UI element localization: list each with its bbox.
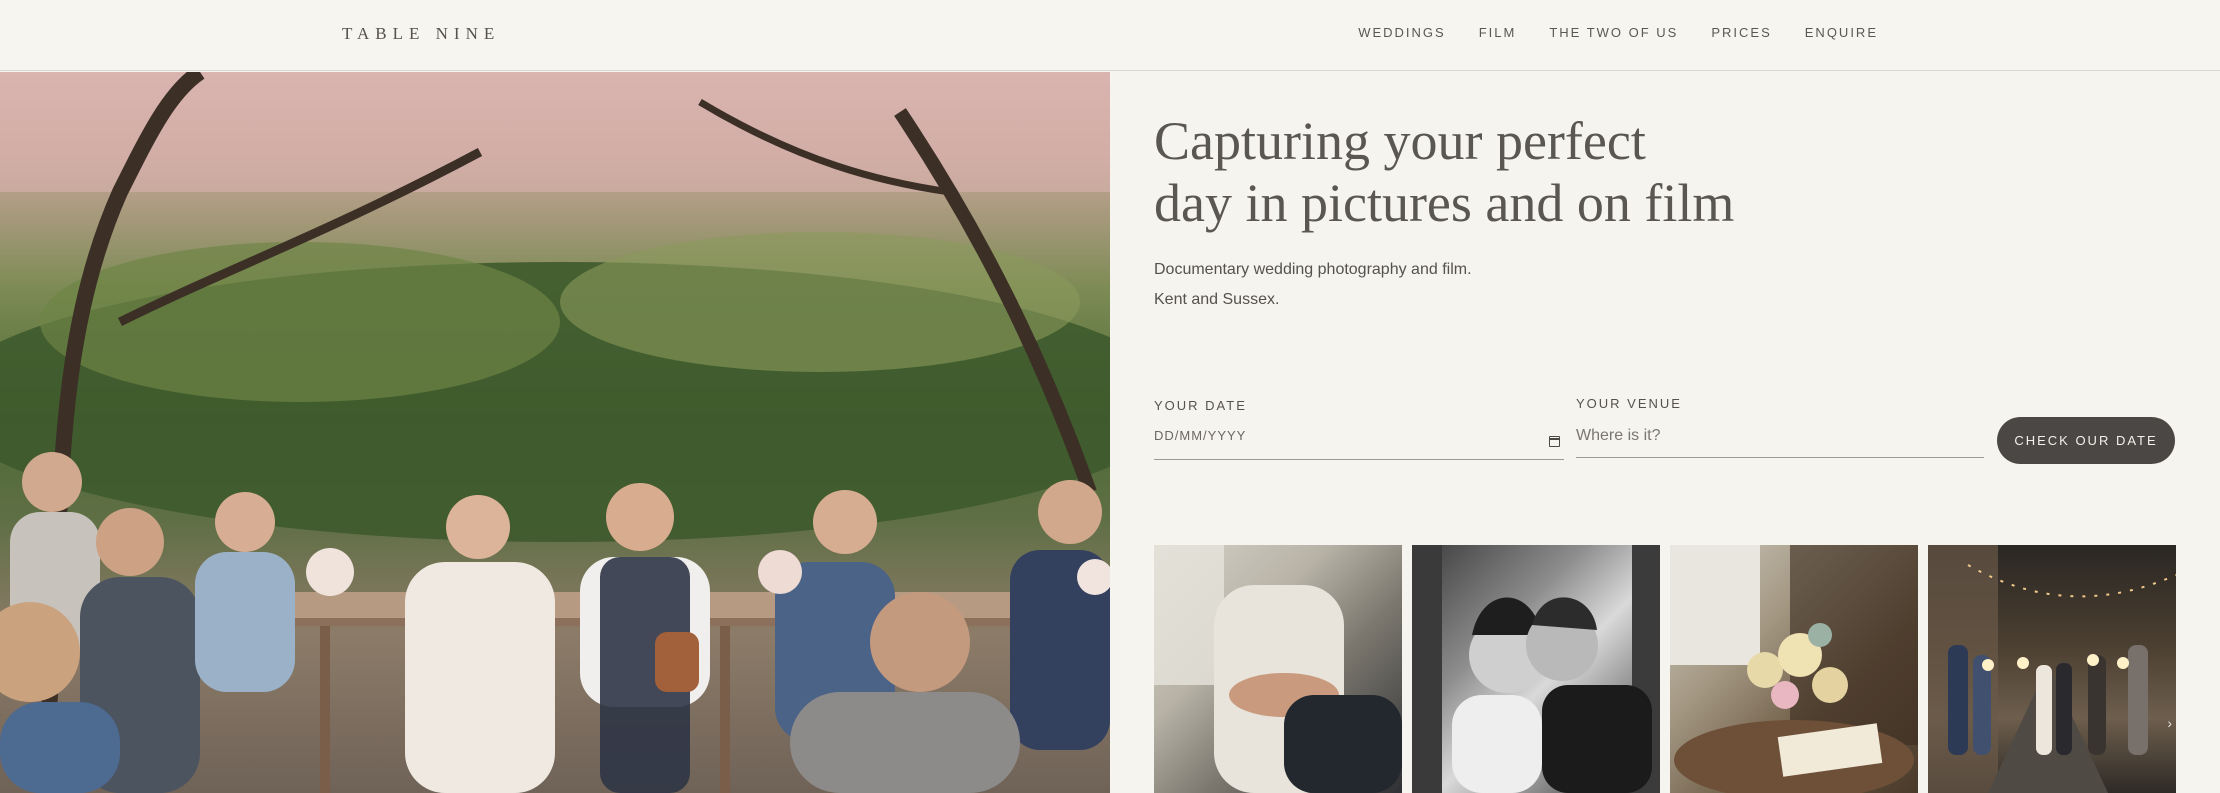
hero-headline: Capturing your perfect day in pictures a… (1154, 110, 1854, 234)
gallery-thumb-bouquet-illustration (1670, 545, 1918, 793)
gallery-thumb-couple-illustration (1412, 545, 1660, 793)
check-our-date-button[interactable]: CHECK OUR DATE (1997, 417, 2175, 464)
hero-subtitle-line-2: Kent and Sussex. (1154, 291, 1280, 308)
calendar-icon[interactable] (1549, 436, 1560, 447)
main-nav: WEDDINGS FILM THE TWO OF US PRICES ENQUI… (1358, 25, 1878, 40)
date-label: YOUR DATE (1154, 398, 1247, 413)
site-header: TABLE NINE WEDDINGS FILM THE TWO OF US P… (0, 0, 2220, 71)
nav-link-enquire[interactable]: ENQUIRE (1805, 25, 1878, 40)
gallery-thumb-bouquet[interactable] (1670, 545, 1918, 793)
gallery-thumb-couple[interactable] (1412, 545, 1660, 793)
gallery-thumb-hands[interactable] (1154, 545, 1402, 793)
hero-headline-line-1: Capturing your perfect (1154, 111, 1646, 171)
hero-subtitle-line-1: Documentary wedding photography and film… (1154, 261, 1472, 278)
date-field: YOUR DATE DD/MM/YYYY (1154, 396, 1564, 460)
gallery-thumb-sparklers[interactable]: › (1928, 545, 2176, 793)
venue-field: YOUR VENUE (1576, 396, 1984, 458)
date-input-placeholder: DD/MM/YYYY (1154, 428, 1247, 443)
hero-photo-illustration (0, 72, 1110, 793)
nav-link-prices[interactable]: PRICES (1711, 25, 1771, 40)
chevron-right-icon[interactable]: › (2167, 715, 2172, 731)
venue-input-row (1576, 425, 1984, 458)
nav-link-weddings[interactable]: WEDDINGS (1358, 25, 1446, 40)
gallery-thumb-sparklers-illustration (1928, 545, 2176, 793)
gallery-thumb-hands-illustration (1154, 545, 1402, 793)
date-input[interactable]: DD/MM/YYYY (1154, 427, 1564, 460)
venue-input[interactable] (1576, 425, 1984, 445)
nav-link-the-two-of-us[interactable]: THE TWO OF US (1549, 25, 1678, 40)
nav-link-film[interactable]: FILM (1479, 25, 1517, 40)
hero-subtitle: Documentary wedding photography and film… (1154, 255, 1472, 315)
site-logo[interactable]: TABLE NINE (342, 24, 500, 44)
hero-headline-line-2: day in pictures and on film (1154, 173, 1735, 233)
hero-photo (0, 72, 1110, 793)
venue-label: YOUR VENUE (1576, 396, 1682, 411)
